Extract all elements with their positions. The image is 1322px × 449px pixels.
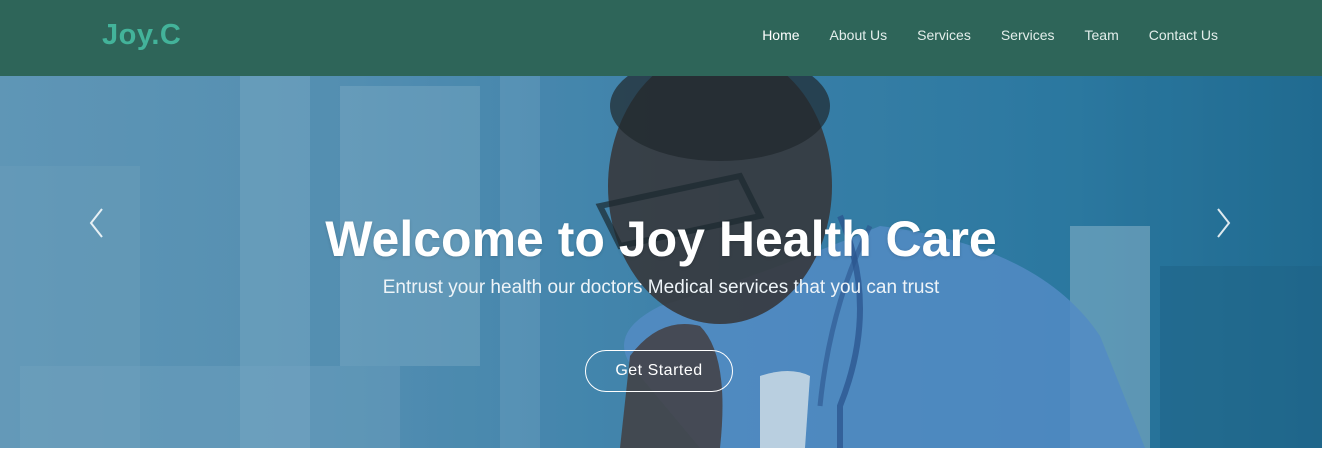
nav-link-services-2[interactable]: Services xyxy=(1001,27,1055,43)
navbar: Joy.C Home About Us Services Services Te… xyxy=(0,0,1322,76)
nav-link-services[interactable]: Services xyxy=(917,27,971,43)
hero-subtitle: Entrust your health our doctors Medical … xyxy=(382,277,940,298)
nav-link-home[interactable]: Home xyxy=(762,27,799,43)
nav-link-contact-us[interactable]: Contact Us xyxy=(1149,27,1218,43)
brand-logo[interactable]: Joy.C xyxy=(102,19,181,52)
get-started-button[interactable]: Get Started xyxy=(585,350,733,392)
nav-link-about-us[interactable]: About Us xyxy=(830,27,888,43)
nav-link-team[interactable]: Team xyxy=(1085,27,1119,43)
hero-carousel: Welcome to Joy Health Care Entrust your … xyxy=(0,76,1322,448)
hero-title: Welcome to Joy Health Care xyxy=(325,211,997,267)
main-nav: Home About Us Services Services Team Con… xyxy=(732,27,1218,43)
